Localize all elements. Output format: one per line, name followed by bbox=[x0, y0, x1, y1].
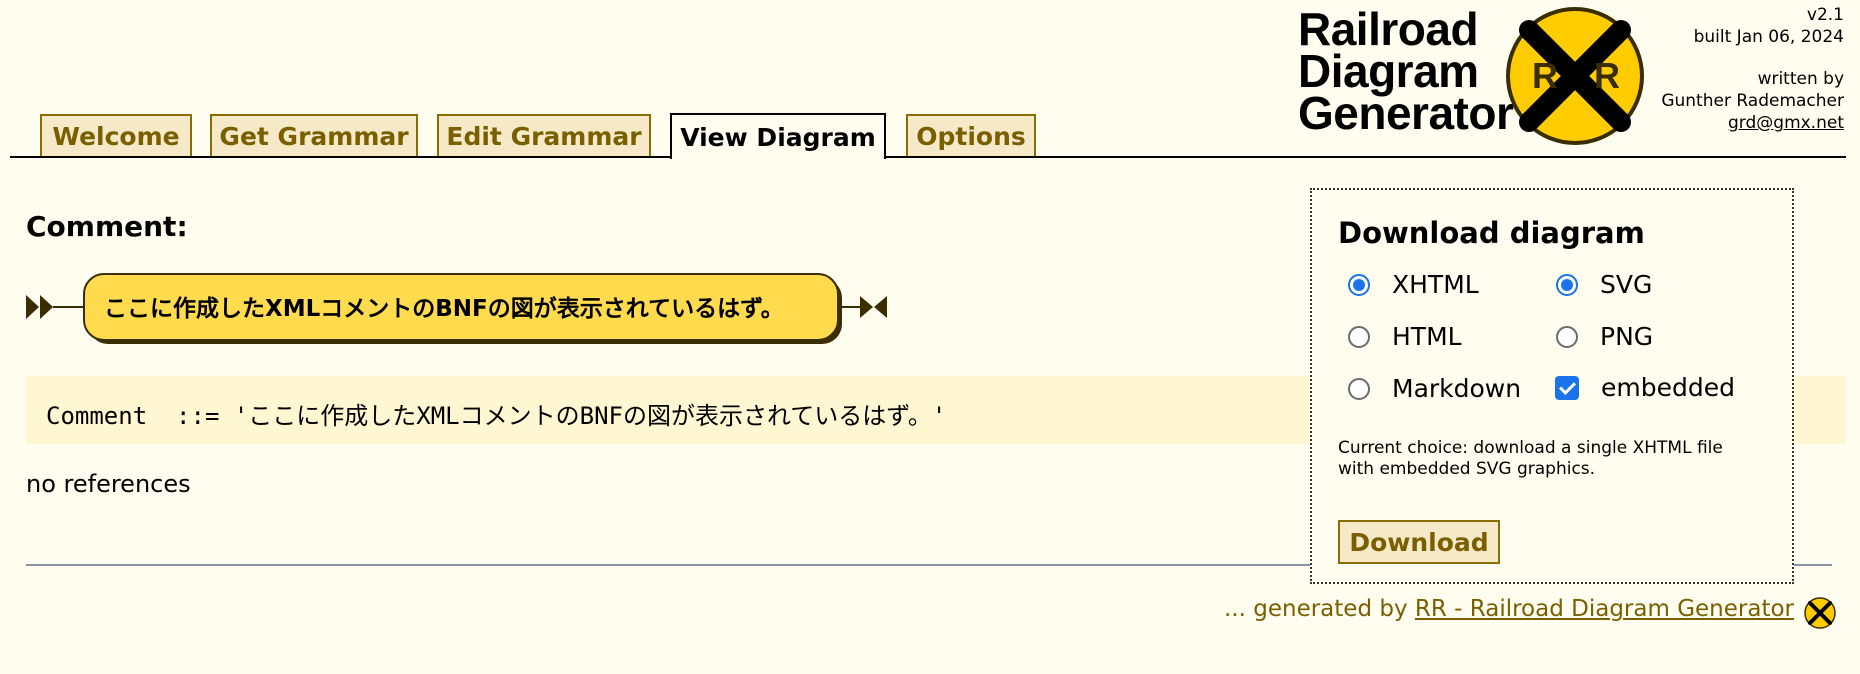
footer-prefix: ... generated by bbox=[1224, 596, 1415, 622]
logo-line: Railroad bbox=[1298, 3, 1479, 55]
html-label: HTML bbox=[1392, 322, 1462, 351]
logo-line: Generator bbox=[1298, 87, 1514, 139]
tab-welcome[interactable]: Welcome bbox=[40, 114, 192, 156]
current-choice-text: Current choice: download a single XHTML … bbox=[1338, 438, 1723, 479]
start-arrow-icon bbox=[26, 295, 39, 319]
references-text: no references bbox=[26, 470, 191, 498]
svg-label: SVG bbox=[1600, 270, 1653, 299]
version-info: v2.1 built Jan 06, 2024 bbox=[1694, 4, 1844, 48]
author-name: Gunther Rademacher bbox=[1661, 91, 1844, 111]
html-radio[interactable] bbox=[1348, 325, 1370, 348]
png-radio[interactable] bbox=[1556, 325, 1578, 348]
tab-edit-grammar[interactable]: Edit Grammar bbox=[437, 114, 651, 156]
embedded-checkbox[interactable] bbox=[1555, 375, 1579, 400]
embedded-label: embedded bbox=[1601, 373, 1735, 402]
svg-radio[interactable] bbox=[1556, 273, 1578, 296]
footer-link[interactable]: RR - Railroad Diagram Generator bbox=[1415, 596, 1794, 622]
author-email-link[interactable]: grd@gmx.net bbox=[1728, 113, 1844, 133]
logo-sign-letter: R bbox=[1594, 55, 1620, 96]
download-button[interactable]: Download bbox=[1338, 520, 1500, 564]
tab-view-diagram[interactable]: View Diagram bbox=[670, 113, 886, 159]
end-arrow-icon bbox=[874, 296, 887, 318]
logo-sign-letter: R bbox=[1532, 55, 1558, 96]
png-label: PNG bbox=[1600, 322, 1654, 351]
tab-get-grammar[interactable]: Get Grammar bbox=[210, 114, 418, 156]
start-arrow-icon bbox=[40, 295, 53, 319]
option-xhtml[interactable]: XHTML bbox=[1348, 270, 1479, 299]
option-embedded[interactable]: embedded bbox=[1555, 373, 1735, 402]
footer-credit: ... generated by RR - Railroad Diagram G… bbox=[1224, 596, 1794, 622]
logo-title: Railroad Diagram Generator bbox=[1298, 3, 1514, 139]
end-arrow-icon bbox=[860, 296, 873, 318]
option-svg[interactable]: SVG bbox=[1556, 270, 1652, 299]
tab-options[interactable]: Options bbox=[906, 114, 1036, 156]
rule-heading: Comment: bbox=[26, 210, 188, 243]
ebnf-text: Comment ::= 'ここに作成したXMLコメントのBNFの図が表示されてい… bbox=[46, 402, 947, 430]
author-info: written by Gunther Rademacher grd@gmx.ne… bbox=[1661, 68, 1844, 134]
version-label: v2.1 bbox=[1806, 5, 1844, 25]
xhtml-radio[interactable] bbox=[1348, 273, 1370, 296]
xhtml-label: XHTML bbox=[1392, 270, 1479, 299]
markdown-label: Markdown bbox=[1392, 374, 1522, 403]
terminal-text: ここに作成したXMLコメントのBNFの図が表示されているはず。 bbox=[104, 295, 784, 322]
option-png[interactable]: PNG bbox=[1556, 322, 1653, 351]
railroad-crossing-logo-icon: R R bbox=[1506, 7, 1644, 145]
written-by-label: written by bbox=[1757, 69, 1844, 89]
logo-line: Diagram bbox=[1298, 45, 1479, 97]
build-date: built Jan 06, 2024 bbox=[1693, 27, 1844, 47]
option-markdown[interactable]: Markdown bbox=[1348, 374, 1521, 403]
option-html[interactable]: HTML bbox=[1348, 322, 1462, 351]
rr-small-logo-icon[interactable] bbox=[1804, 597, 1836, 629]
markdown-radio[interactable] bbox=[1348, 377, 1370, 400]
railroad-diagram: ここに作成したXMLコメントのBNFの図が表示されているはず。 bbox=[26, 273, 887, 344]
tab-bar-divider bbox=[10, 156, 1846, 158]
download-title: Download diagram bbox=[1338, 216, 1645, 250]
